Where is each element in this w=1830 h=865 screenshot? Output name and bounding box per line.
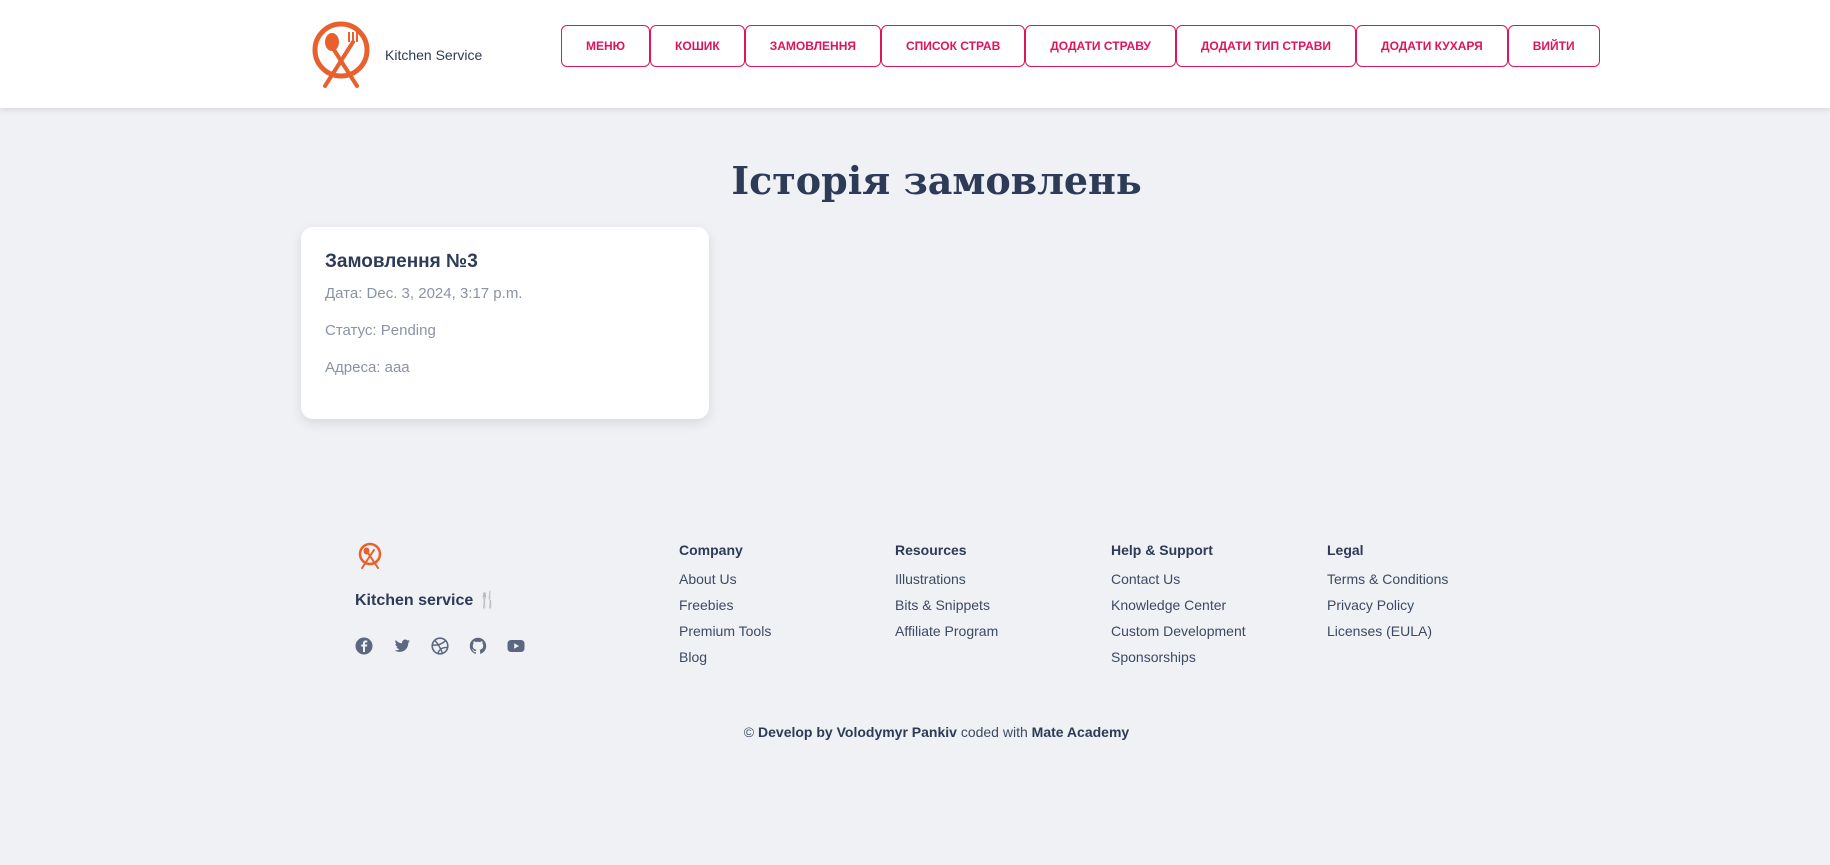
nav-add-cook-button[interactable]: ДОДАТИ КУХАРЯ [1356,25,1508,67]
order-card[interactable]: Замовлення №3 Дата: Dec. 3, 2024, 3:17 p… [301,227,709,419]
nav-menu-button[interactable]: МЕНЮ [561,25,651,67]
social-links [355,637,525,655]
copyright-org-link[interactable]: Mate Academy [1032,724,1130,740]
brand[interactable]: Kitchen Service [311,20,482,90]
github-icon[interactable] [469,637,487,655]
footer-col-resources: Resources Illustrations Bits & Snippets … [895,542,998,649]
footer-link-knowledge-center[interactable]: Knowledge Center [1111,597,1246,613]
footer-link-contact-us[interactable]: Contact Us [1111,571,1246,587]
footer-logo-icon [358,542,382,569]
kitchen-logo-icon [312,21,370,88]
nav-add-dish-button[interactable]: ДОДАТИ СТРАВУ [1025,25,1176,67]
footer-link-licenses[interactable]: Licenses (EULA) [1327,623,1448,639]
main-nav: МЕНЮ КОШИК ЗАМОВЛЕННЯ СПИСОК СТРАВ ДОДАТ… [561,25,1600,67]
footer-link-illustrations[interactable]: Illustrations [895,571,998,587]
nav-cart-button[interactable]: КОШИК [650,25,745,67]
facebook-icon[interactable] [355,637,373,655]
copyright-middle: coded with [956,724,1032,740]
footer-col-legal: Legal Terms & Conditions Privacy Policy … [1327,542,1448,649]
nav-add-dish-type-button[interactable]: ДОДАТИ ТИП СТРАВИ [1175,25,1357,67]
dribbble-icon[interactable] [431,637,449,655]
footer-link-blog[interactable]: Blog [679,649,771,665]
footer-link-bits-snippets[interactable]: Bits & Snippets [895,597,998,613]
footer-link-terms[interactable]: Terms & Conditions [1327,571,1448,587]
footer-col-heading: Legal [1327,542,1364,558]
footer-col-heading: Resources [895,542,967,558]
order-date: Дата: Dec. 3, 2024, 3:17 p.m. [325,285,523,302]
nav-orders-button[interactable]: ЗАМОВЛЕННЯ [744,25,881,67]
footer-col-help-support: Help & Support Contact Us Knowledge Cent… [1111,542,1246,675]
footer-col-company: Company About Us Freebies Premium Tools … [679,542,771,675]
footer-col-heading: Help & Support [1111,542,1213,558]
footer-brand: Kitchen service 🍴 [355,592,498,609]
footer-link-privacy-policy[interactable]: Privacy Policy [1327,597,1448,613]
copyright-prefix: © [743,724,759,740]
copyright-author: Develop by Volodymyr Pankiv [758,724,957,740]
brand-name: Kitchen Service [385,47,483,63]
youtube-icon[interactable] [507,637,525,655]
footer-link-about-us[interactable]: About Us [679,571,771,587]
footer-link-premium-tools[interactable]: Premium Tools [679,623,771,639]
footer-link-sponsorships[interactable]: Sponsorships [1111,649,1246,665]
page-title: Історія замовлень [731,158,1142,203]
order-title: Замовлення №3 [325,251,478,272]
nav-logout-button[interactable]: ВИЙТИ [1507,25,1600,67]
nav-dish-list-button[interactable]: СПИСОК СТРАВ [880,25,1026,67]
footer-link-freebies[interactable]: Freebies [679,597,771,613]
copyright: © Develop by Volodymyr Pankiv coded with… [0,724,1830,740]
footer-link-custom-development[interactable]: Custom Development [1111,623,1246,639]
order-address: Адреса: aaa [325,359,410,376]
footer-col-heading: Company [679,542,743,558]
footer-link-affiliate-program[interactable]: Affiliate Program [895,623,998,639]
twitter-icon[interactable] [393,637,411,655]
header: Kitchen Service МЕНЮ КОШИК ЗАМОВЛЕННЯ СП… [0,0,1830,108]
order-status: Статус: Pending [325,322,436,339]
